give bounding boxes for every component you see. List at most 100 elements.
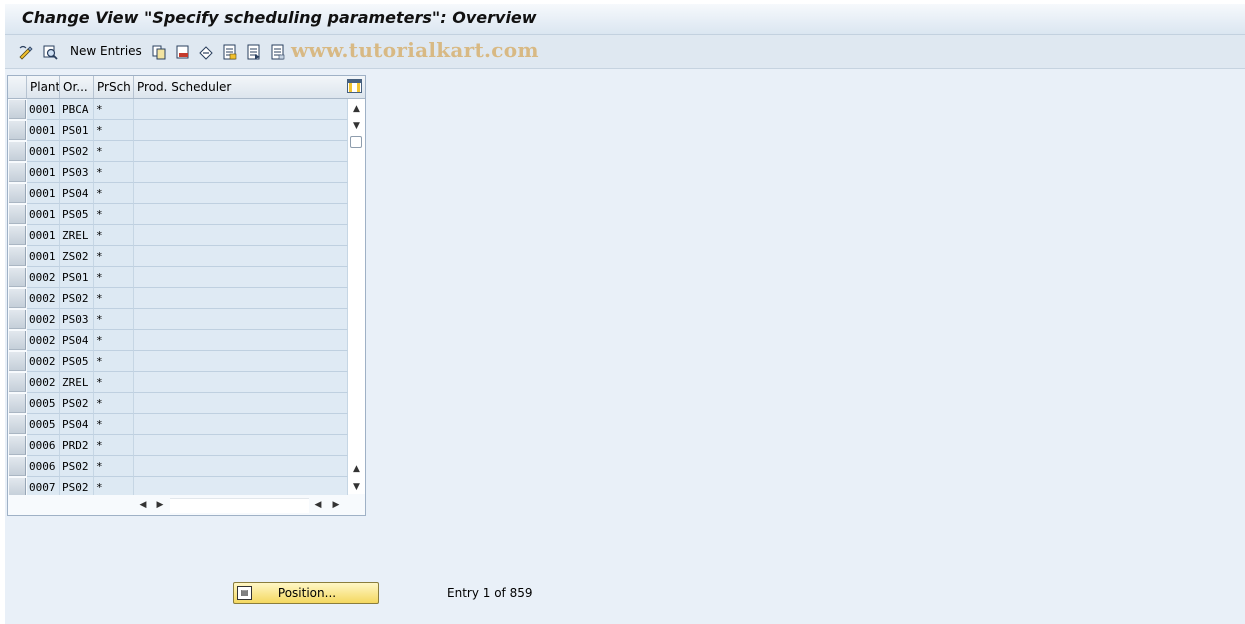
cell-plant[interactable]: 0001 — [27, 120, 60, 141]
cell-order-type[interactable]: PS02 — [60, 456, 94, 477]
cell-prsch[interactable]: * — [94, 309, 134, 330]
scroll-thumb[interactable] — [350, 136, 362, 148]
cell-order-type[interactable]: PS02 — [60, 288, 94, 309]
position-button[interactable]: ▤ Position... — [233, 582, 379, 604]
deselect-all-icon[interactable] — [269, 43, 286, 60]
cell-prsch[interactable]: * — [94, 246, 134, 267]
column-header-order-type[interactable]: Or... — [60, 76, 94, 98]
cell-plant[interactable]: 0001 — [27, 162, 60, 183]
cell-plant[interactable]: 0002 — [27, 351, 60, 372]
cell-prsch[interactable]: * — [94, 141, 134, 162]
cell-prod-scheduler[interactable] — [134, 162, 348, 183]
cell-prod-scheduler[interactable] — [134, 351, 348, 372]
cell-prsch[interactable]: * — [94, 162, 134, 183]
cell-order-type[interactable]: PS04 — [60, 414, 94, 435]
cell-prod-scheduler[interactable] — [134, 414, 348, 435]
cell-prod-scheduler[interactable] — [134, 204, 348, 225]
cell-order-type[interactable]: PS02 — [60, 393, 94, 414]
cell-plant[interactable]: 0001 — [27, 141, 60, 162]
cell-prod-scheduler[interactable] — [134, 288, 348, 309]
copy-as-icon[interactable] — [150, 43, 167, 60]
cell-plant[interactable]: 0002 — [27, 267, 60, 288]
cell-plant[interactable]: 0001 — [27, 99, 60, 120]
row-selector[interactable] — [9, 163, 26, 182]
cell-order-type[interactable]: ZREL — [60, 225, 94, 246]
cell-prsch[interactable]: * — [94, 414, 134, 435]
select-block-icon[interactable] — [245, 43, 262, 60]
cell-order-type[interactable]: PS01 — [60, 267, 94, 288]
row-selector[interactable] — [9, 184, 26, 203]
cell-plant[interactable]: 0005 — [27, 393, 60, 414]
row-selector[interactable] — [9, 373, 26, 392]
cell-order-type[interactable]: PS03 — [60, 162, 94, 183]
scroll-right-end-icon[interactable]: ▶ — [329, 497, 343, 513]
cell-prsch[interactable]: * — [94, 288, 134, 309]
row-selector[interactable] — [9, 415, 26, 434]
vertical-scrollbar[interactable]: ▲ ▼ ▲ ▼ — [348, 99, 365, 494]
cell-order-type[interactable]: PS05 — [60, 351, 94, 372]
row-selector[interactable] — [9, 142, 26, 161]
row-selector[interactable] — [9, 268, 26, 287]
cell-order-type[interactable]: PS01 — [60, 120, 94, 141]
delete-icon[interactable] — [174, 43, 191, 60]
cell-prsch[interactable]: * — [94, 267, 134, 288]
cell-order-type[interactable]: PS05 — [60, 204, 94, 225]
display-change-icon[interactable] — [17, 43, 34, 60]
cell-order-type[interactable]: ZS02 — [60, 246, 94, 267]
cell-prsch[interactable]: * — [94, 120, 134, 141]
select-all-icon[interactable] — [221, 43, 238, 60]
row-selector[interactable] — [9, 100, 26, 119]
row-selector[interactable] — [9, 121, 26, 140]
cell-order-type[interactable]: PBCA — [60, 99, 94, 120]
scroll-page-down-icon[interactable]: ▼ — [348, 118, 365, 135]
cell-plant[interactable]: 0006 — [27, 456, 60, 477]
scroll-down-icon[interactable]: ▼ — [348, 479, 365, 496]
cell-order-type[interactable]: PS02 — [60, 141, 94, 162]
undo-change-icon[interactable] — [197, 43, 214, 60]
cell-prod-scheduler[interactable] — [134, 372, 348, 393]
scroll-up-icon[interactable]: ▲ — [348, 101, 365, 118]
new-entries-button[interactable]: New Entries — [70, 43, 142, 60]
cell-prsch[interactable]: * — [94, 393, 134, 414]
scroll-left-end-icon[interactable]: ◀ — [311, 497, 325, 513]
cell-prod-scheduler[interactable] — [134, 225, 348, 246]
display-icon[interactable] — [41, 43, 58, 60]
cell-prod-scheduler[interactable] — [134, 267, 348, 288]
cell-order-type[interactable]: PS03 — [60, 309, 94, 330]
cell-prod-scheduler[interactable] — [134, 456, 348, 477]
row-selector[interactable] — [9, 394, 26, 413]
cell-plant[interactable]: 0002 — [27, 330, 60, 351]
cell-prsch[interactable]: * — [94, 225, 134, 246]
cell-prsch[interactable]: * — [94, 183, 134, 204]
cell-prod-scheduler[interactable] — [134, 330, 348, 351]
row-selector[interactable] — [9, 226, 26, 245]
column-header-prod-scheduler[interactable]: Prod. Scheduler — [134, 76, 346, 98]
cell-order-type[interactable]: ZREL — [60, 372, 94, 393]
cell-prod-scheduler[interactable] — [134, 393, 348, 414]
column-header-plant[interactable]: Plant — [27, 76, 60, 98]
cell-prsch[interactable]: * — [94, 204, 134, 225]
row-selector[interactable] — [9, 247, 26, 266]
cell-prod-scheduler[interactable] — [134, 99, 348, 120]
cell-prsch[interactable]: * — [94, 330, 134, 351]
cell-prsch[interactable]: * — [94, 372, 134, 393]
cell-prsch[interactable]: * — [94, 99, 134, 120]
scroll-left-icon[interactable]: ◀ — [136, 497, 150, 513]
cell-prod-scheduler[interactable] — [134, 309, 348, 330]
cell-plant[interactable]: 0001 — [27, 183, 60, 204]
cell-prod-scheduler[interactable] — [134, 141, 348, 162]
cell-plant[interactable]: 0002 — [27, 288, 60, 309]
horizontal-scrollbar[interactable] — [170, 498, 309, 513]
row-selector[interactable] — [9, 331, 26, 350]
cell-plant[interactable]: 0001 — [27, 204, 60, 225]
cell-plant[interactable]: 0006 — [27, 435, 60, 456]
cell-prod-scheduler[interactable] — [134, 183, 348, 204]
cell-prod-scheduler[interactable] — [134, 435, 348, 456]
cell-prod-scheduler[interactable] — [134, 246, 348, 267]
row-selector[interactable] — [9, 289, 26, 308]
scroll-page-up-icon[interactable]: ▲ — [348, 461, 365, 478]
cell-order-type[interactable]: PRD2 — [60, 435, 94, 456]
row-selector[interactable] — [9, 352, 26, 371]
cell-plant[interactable]: 0001 — [27, 246, 60, 267]
row-selector[interactable] — [9, 457, 26, 476]
